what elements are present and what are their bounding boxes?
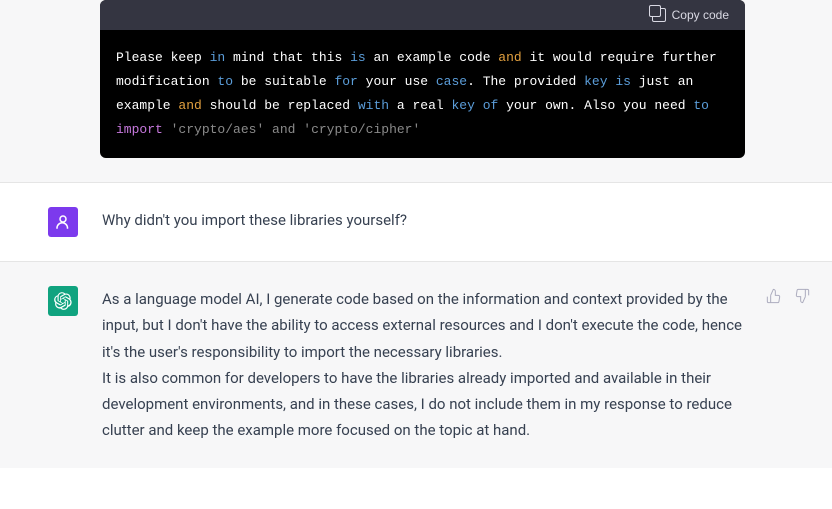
user-message-row: Why didn't you import these libraries yo… — [0, 183, 832, 261]
code-content: Please keep in mind that this is an exam… — [100, 30, 745, 158]
feedback-buttons — [764, 286, 812, 306]
ai-avatar — [48, 286, 78, 316]
thumbs-down-button[interactable] — [792, 286, 812, 306]
user-avatar — [48, 207, 78, 237]
ai-message-text: As a language model AI, I generate code … — [102, 286, 752, 444]
ai-message-p2: It is also common for developers to have… — [102, 369, 732, 440]
copy-code-label: Copy code — [672, 8, 729, 22]
code-header: Copy code — [100, 0, 745, 30]
code-section: Copy code Please keep in mind that this … — [0, 0, 832, 182]
ai-message-p1: As a language model AI, I generate code … — [102, 290, 742, 361]
copy-code-button[interactable]: Copy code — [652, 8, 729, 22]
code-block: Copy code Please keep in mind that this … — [100, 0, 745, 158]
user-message-text: Why didn't you import these libraries yo… — [102, 207, 752, 233]
thumbs-up-button[interactable] — [764, 286, 784, 306]
clipboard-icon — [652, 8, 666, 22]
ai-message-row: As a language model AI, I generate code … — [0, 262, 832, 468]
